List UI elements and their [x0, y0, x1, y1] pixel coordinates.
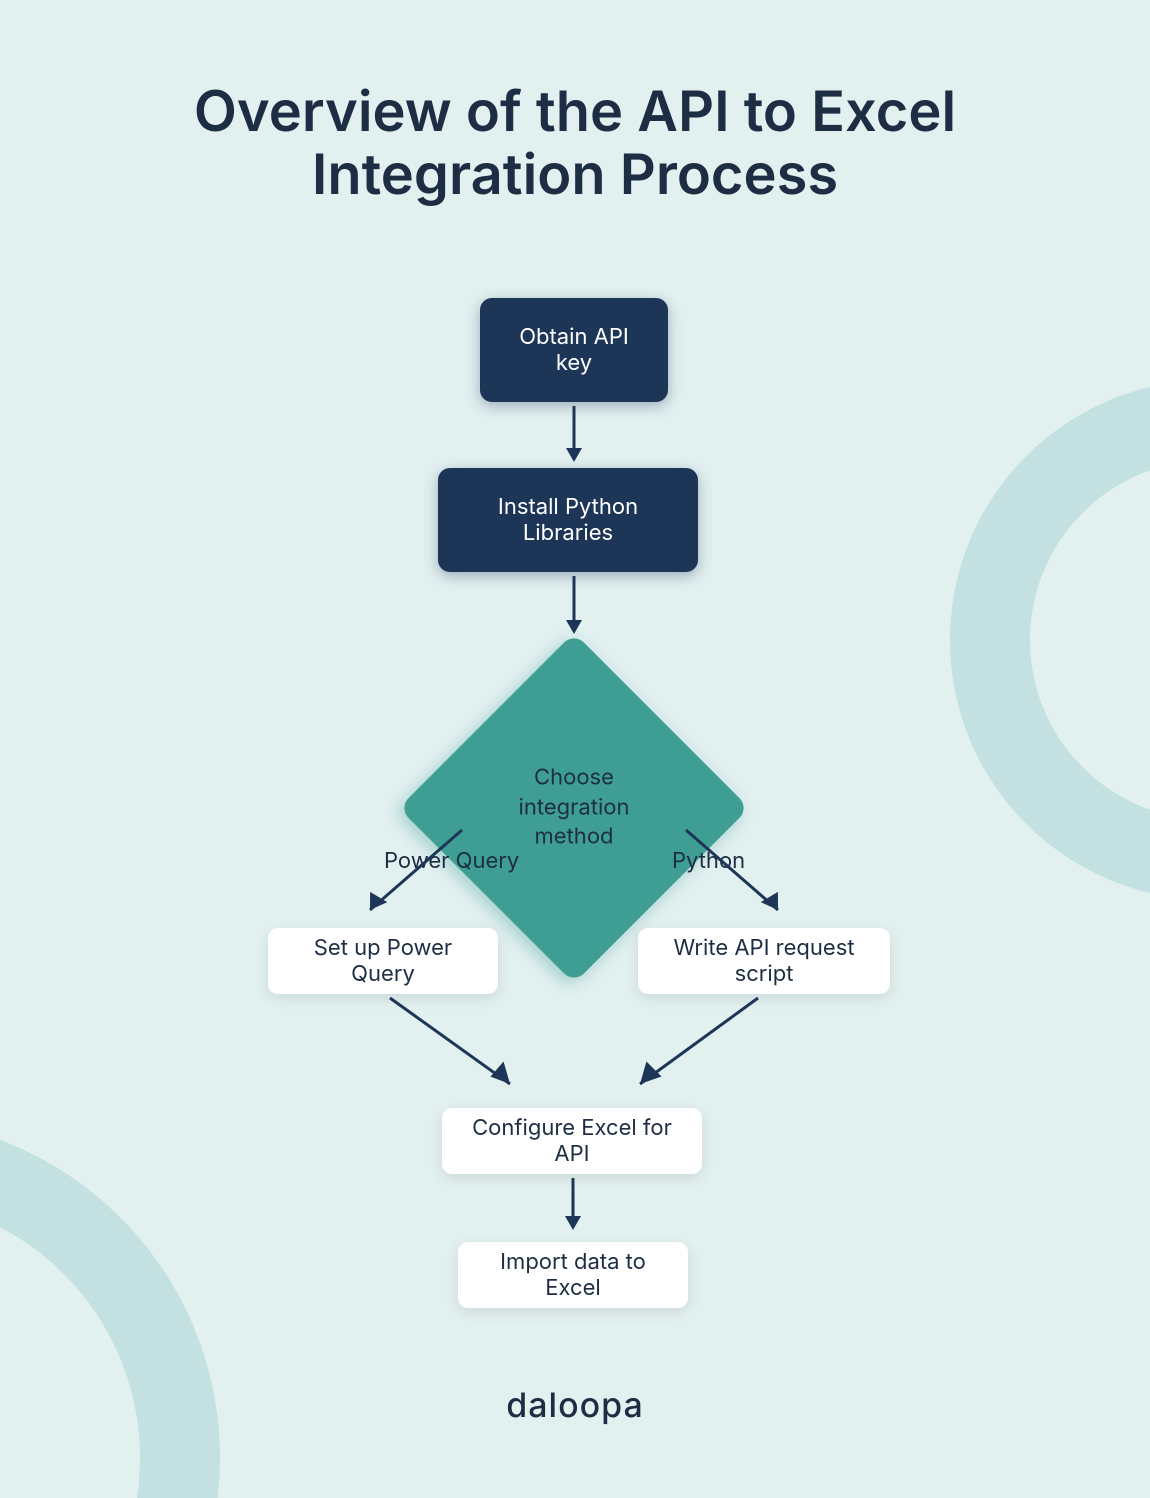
- node-write-api-request-script: Write API request script: [638, 928, 890, 994]
- arrow-icon: [380, 998, 550, 1108]
- node-install-python-libraries: Install Python Libraries: [438, 468, 698, 572]
- node-text: Choose integration method: [479, 763, 669, 852]
- node-text: Write API request script: [660, 935, 868, 987]
- arrow-icon: [563, 406, 585, 466]
- node-text: Obtain API key: [502, 324, 646, 376]
- arrow-icon: [600, 998, 770, 1108]
- branch-label-power-query: Power Query: [384, 848, 519, 874]
- node-import-data-to-excel: Import data to Excel: [458, 1242, 688, 1308]
- brand-logo: daloopa: [506, 1385, 644, 1426]
- node-text: Set up Power Query: [290, 935, 476, 987]
- node-text: Import data to Excel: [480, 1249, 666, 1301]
- arrow-icon: [561, 1178, 585, 1234]
- page-title: Overview of the API to Excel Integration…: [115, 80, 1035, 205]
- arrow-icon: [563, 576, 585, 638]
- node-text: Configure Excel for API: [464, 1115, 680, 1167]
- decorative-ring-left-icon: [0, 1118, 220, 1498]
- decorative-ring-right-icon: [950, 380, 1150, 900]
- node-obtain-api-key: Obtain API key: [480, 298, 668, 402]
- branch-label-python: Python: [672, 848, 745, 874]
- node-setup-power-query: Set up Power Query: [268, 928, 498, 994]
- node-text: Install Python Libraries: [460, 494, 676, 546]
- node-configure-excel-for-api: Configure Excel for API: [442, 1108, 702, 1174]
